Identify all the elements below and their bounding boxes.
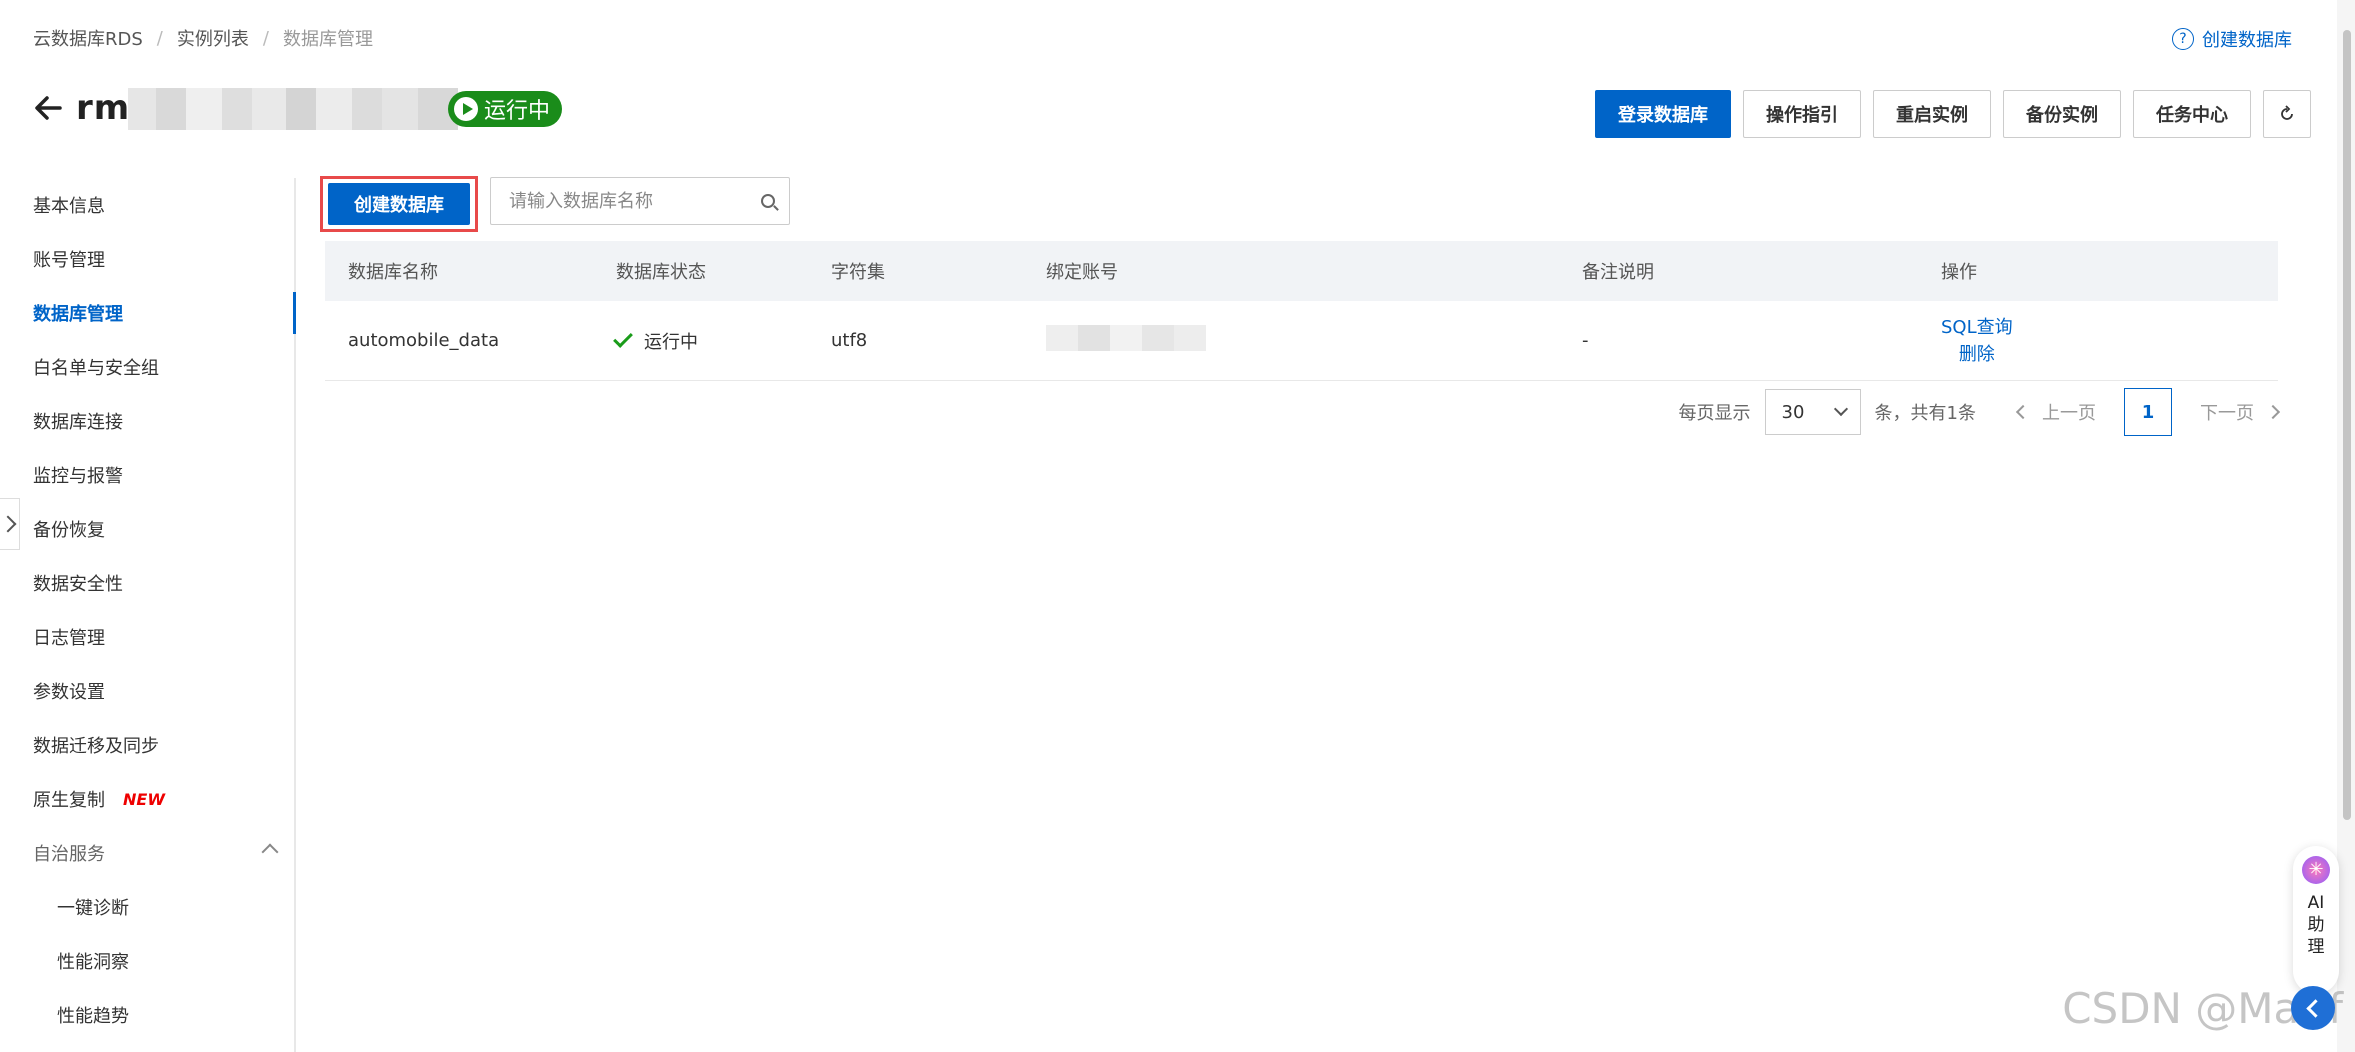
chevron-up-icon [261,843,279,861]
database-search-box [490,177,790,225]
header-charset: 字符集 [831,262,885,283]
sidebar-item-parameters[interactable]: 参数设置 [0,664,294,718]
header-db-status: 数据库状态 [616,262,706,283]
sidebar-nav: 基本信息 账号管理 数据库管理 白名单与安全组 数据库连接 监控与报警 备份恢复… [0,178,296,1052]
breadcrumb-separator: / [156,27,163,49]
sidebar-item-performance-insight[interactable]: 性能洞察 [0,934,294,988]
breadcrumb: 云数据库RDS / 实例列表 / 数据库管理 [33,25,373,51]
page-size-select[interactable]: 30 [1764,389,1861,435]
database-search-input[interactable] [509,190,761,212]
page-number-current[interactable]: 1 [2124,388,2172,436]
pagination: 每页显示 30 条，共有1条 上一页 1 下一页 [1678,388,2281,436]
breadcrumb-instance-list[interactable]: 实例列表 [177,25,249,51]
redacted-instance-id [128,88,458,130]
breadcrumb-rds[interactable]: 云数据库RDS [33,25,143,51]
refresh-icon [2281,105,2293,120]
sidebar-group-autonomy[interactable]: 自治服务 [0,826,294,880]
sidebar-item-diagnosis[interactable]: 一键诊断 [0,880,294,934]
chevron-left-icon [2015,404,2031,420]
chevron-right-icon [2265,404,2281,420]
login-database-button[interactable]: 登录数据库 [1595,90,1731,138]
redacted-account [1046,325,1206,351]
create-button-highlight: 创建数据库 [320,176,478,232]
per-page-label: 每页显示 [1678,403,1751,424]
sidebar-item-whitelist[interactable]: 白名单与安全组 [0,340,294,394]
next-page-button[interactable]: 下一页 [2200,399,2281,425]
scrollbar-thumb[interactable] [2343,30,2351,820]
help-link-label: 创建数据库 [2202,30,2292,51]
table-header-row: 数据库名称 数据库状态 字符集 绑定账号 备注说明 操作 [325,241,2278,301]
sidebar-item-monitoring[interactable]: 监控与报警 [0,448,294,502]
ai-sparkle-icon: ✳ [2302,856,2330,884]
help-create-database-link[interactable]: ? 创建数据库 [2172,26,2292,52]
header-db-name: 数据库名称 [348,262,438,283]
instance-status-label: 运行中 [484,99,551,124]
cell-bound-account [1046,325,1206,356]
header-remark: 备注说明 [1582,262,1654,283]
page-scrollbar[interactable] [2337,0,2355,1052]
sidebar-item-database-management[interactable]: 数据库管理 [0,286,296,340]
header-actions: 操作 [1941,262,1977,283]
ai-assistant-button[interactable]: ✳ AI 助 理 [2293,846,2339,994]
restart-instance-button[interactable]: 重启实例 [1873,90,1991,138]
delete-link[interactable]: 删除 [1941,341,2013,368]
cell-db-name: automobile_data [348,330,500,351]
refresh-button[interactable] [2263,90,2311,138]
breadcrumb-separator: / [262,27,269,49]
cell-actions: SQL查询 删除 [1941,314,2013,368]
create-database-button[interactable]: 创建数据库 [328,183,470,225]
chevron-down-icon [1833,401,1848,417]
header-toolbar: 登录数据库 操作指引 重启实例 备份实例 任务中心 [1595,90,2311,138]
sidebar-item-accounts[interactable]: 账号管理 [0,232,294,286]
play-circle-icon [454,97,478,121]
sql-query-link[interactable]: SQL查询 [1941,314,2013,341]
feedback-float-button[interactable] [2291,986,2335,1030]
sidebar-item-basic-info[interactable]: 基本信息 [0,178,294,232]
breadcrumb-current: 数据库管理 [282,29,373,50]
new-badge: NEW [123,789,165,809]
sidebar-item-performance-trend[interactable]: 性能趋势 [0,988,294,1042]
rds-console-page: 云数据库RDS / 实例列表 / 数据库管理 ? 创建数据库 rm· 运行中 登… [0,0,2355,1052]
sidebar-item-native-replication[interactable]: 原生复制 NEW [0,772,294,826]
ai-assistant-label: AI 助 理 [2307,893,2325,957]
sidebar-item-connection[interactable]: 数据库连接 [0,394,294,448]
header-bound-account: 绑定账号 [1046,262,1118,283]
question-circle-icon: ? [2172,28,2194,50]
sidebar-item-logs[interactable]: 日志管理 [0,610,294,664]
sidebar-item-migration[interactable]: 数据迁移及同步 [0,718,294,772]
task-center-button[interactable]: 任务中心 [2133,90,2251,138]
check-icon [613,327,633,348]
cell-db-status: 运行中 [613,327,698,354]
prev-page-button[interactable]: 上一页 [2015,399,2096,425]
table-row: automobile_data 运行中 utf8 - SQL查询 删除 [325,301,2278,381]
back-arrow-icon[interactable] [30,90,66,126]
sidebar-item-backup-restore[interactable]: 备份恢复 [0,502,294,556]
cell-charset: utf8 [831,330,868,351]
instance-status-badge: 运行中 [448,91,563,127]
database-table: 数据库名称 数据库状态 字符集 绑定账号 备注说明 操作 automobile_… [325,241,2278,381]
backup-instance-button[interactable]: 备份实例 [2003,90,2121,138]
sidebar-item-data-security[interactable]: 数据安全性 [0,556,294,610]
cell-remark: - [1582,330,1589,351]
sidebar-collapse-handle[interactable] [0,498,20,550]
page-size-value: 30 [1781,401,1805,423]
operation-guide-button[interactable]: 操作指引 [1743,90,1861,138]
search-icon[interactable] [761,194,775,208]
total-label: 条，共有1条 [1874,403,1976,424]
